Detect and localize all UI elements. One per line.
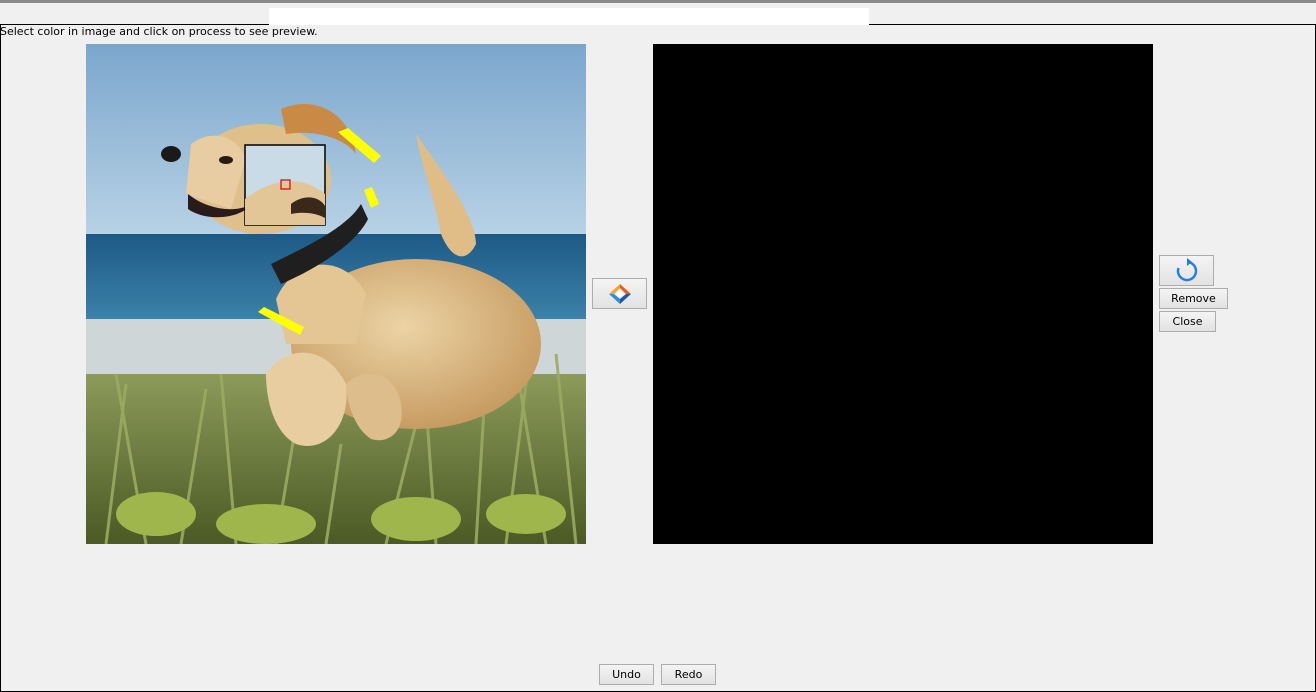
remove-button[interactable]: Remove (1159, 288, 1228, 309)
color-magnifier (244, 144, 326, 226)
top-toolbar (0, 0, 1316, 25)
preview-image (653, 44, 1153, 544)
source-image[interactable] (86, 44, 586, 544)
process-button[interactable] (592, 278, 647, 309)
process-icon (608, 283, 631, 304)
redo-button[interactable]: Redo (661, 664, 716, 685)
instruction-text: Select color in image and click on proce… (0, 25, 318, 38)
rotate-reset-icon (1176, 257, 1197, 281)
undo-button[interactable]: Undo (599, 664, 654, 685)
reset-button[interactable] (1159, 255, 1214, 286)
close-button[interactable]: Close (1159, 311, 1216, 332)
top-text-field[interactable] (269, 8, 869, 25)
